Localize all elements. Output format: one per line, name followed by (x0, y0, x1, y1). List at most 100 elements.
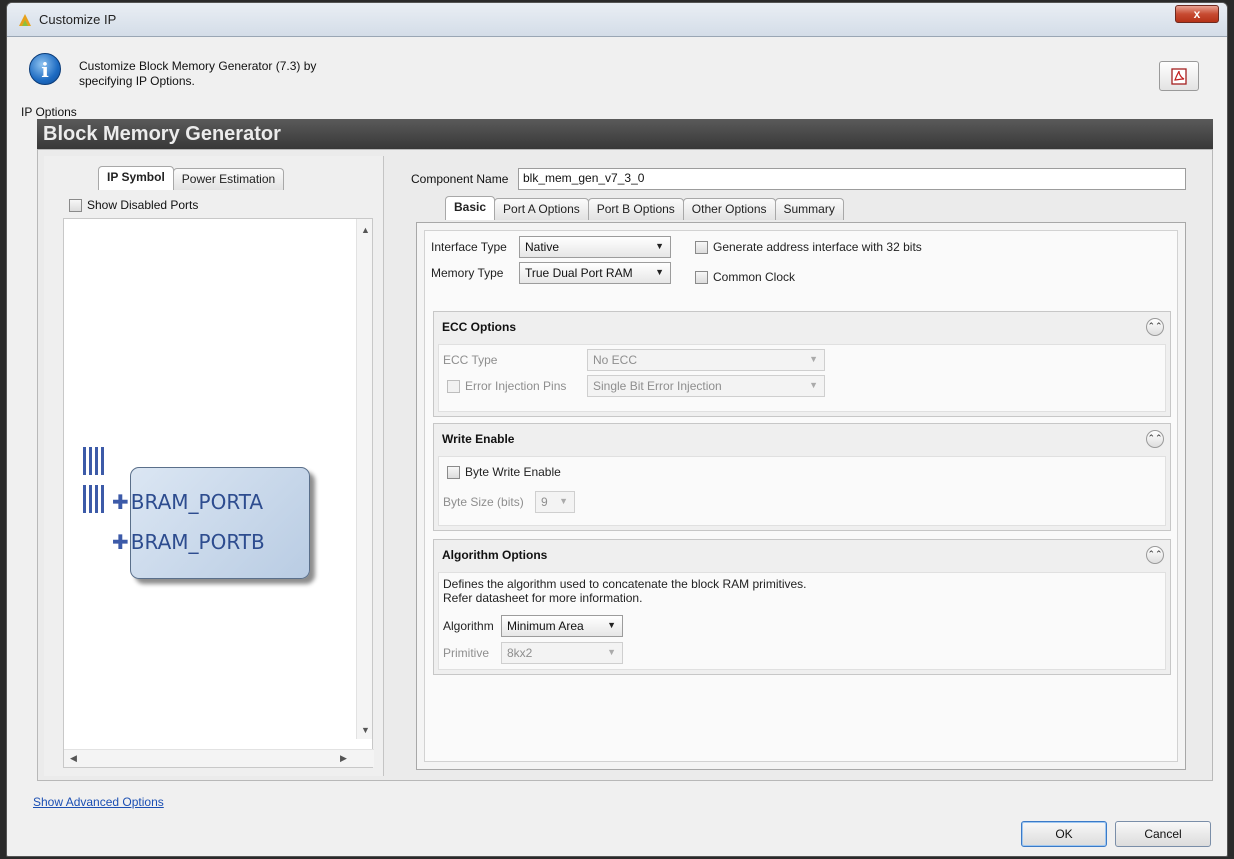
window-title: Customize IP (39, 12, 117, 27)
customize-ip-window: Customize IP x i Customize Block Memory … (6, 2, 1228, 857)
dropdown-arrow-icon: ▼ (809, 354, 818, 364)
basic-tab-content: Interface Type Native ▼ Memory Type True … (416, 222, 1186, 770)
pdf-icon (1171, 68, 1187, 85)
algorithm-select[interactable]: Minimum Area ▼ (501, 615, 623, 637)
error-injection-select[interactable]: Single Bit Error Injection ▼ (587, 375, 825, 397)
ip-options-label: IP Options (21, 105, 77, 119)
scroll-right-icon[interactable]: ▶ (340, 753, 347, 764)
horizontal-scrollbar[interactable]: ◀ ▶ (64, 749, 374, 767)
show-disabled-ports-checkbox[interactable] (69, 199, 82, 213)
primitive-value: 8kx2 (507, 646, 533, 660)
expand-plus-icon[interactable]: ✚ (112, 490, 129, 514)
expand-plus-icon[interactable]: ✚ (112, 530, 129, 554)
port-a[interactable]: ✚ BRAM_PORTA (112, 490, 263, 514)
show-disabled-ports-option[interactable]: Show Disabled Ports (69, 198, 198, 213)
interface-type-value: Native (525, 240, 560, 254)
interface-type-label: Interface Type (431, 240, 507, 254)
primitive-label: Primitive (443, 646, 490, 660)
tab-ip-symbol[interactable]: IP Symbol (98, 166, 174, 190)
error-injection-value: Single Bit Error Injection (593, 379, 722, 393)
ecc-type-label: ECC Type (443, 353, 498, 367)
memory-type-select[interactable]: True Dual Port RAM ▼ (519, 262, 671, 284)
ecc-options-section: ECC Options ⌃⌃ ECC Type No ECC ▼ Error In… (433, 311, 1171, 417)
byte-size-select[interactable]: 9 ▼ (535, 491, 575, 513)
ip-symbol-canvas: ▲ ▼ ◀ ▶ ✚ BRAM_PORTA ✚ BRAM_PORTB (63, 218, 374, 768)
error-injection-option[interactable]: Error Injection Pins (447, 379, 567, 394)
dropdown-arrow-icon: ▼ (655, 267, 664, 277)
scroll-down-icon[interactable]: ▼ (361, 725, 370, 735)
byte-write-enable-checkbox[interactable] (447, 466, 460, 480)
ecc-options-title: ECC Options (442, 320, 516, 334)
interface-type-select[interactable]: Native ▼ (519, 236, 671, 258)
vertical-scrollbar[interactable]: ▲ ▼ (356, 219, 372, 739)
collapse-algorithm-icon[interactable]: ⌃⌃ (1146, 546, 1164, 564)
ecc-options-body: ECC Type No ECC ▼ Error Injection Pins Si… (438, 344, 1166, 412)
error-injection-checkbox[interactable] (447, 380, 460, 394)
gen-addr-checkbox[interactable] (695, 241, 708, 255)
gen-addr-label: Generate address interface with 32 bits (713, 240, 922, 254)
collapse-write-enable-icon[interactable]: ⌃⌃ (1146, 430, 1164, 448)
byte-write-enable-label: Byte Write Enable (465, 465, 561, 479)
port-b[interactable]: ✚ BRAM_PORTB (112, 530, 265, 554)
primitive-select[interactable]: 8kx2 ▼ (501, 642, 623, 664)
write-enable-title: Write Enable (442, 432, 515, 446)
options-tab-strip: Basic Port A Options Port B Options Othe… (445, 196, 844, 220)
ok-button[interactable]: OK (1021, 821, 1107, 847)
tab-basic[interactable]: Basic (445, 196, 496, 220)
right-panel: Component Name blk_mem_gen_v7_3_0 Basic … (396, 156, 1208, 776)
tab-port-b-options[interactable]: Port B Options (587, 198, 684, 220)
common-clock-option[interactable]: Common Clock (695, 270, 796, 285)
dropdown-arrow-icon: ▼ (809, 380, 818, 390)
algorithm-description-1: Defines the algorithm used to concatenat… (443, 577, 807, 591)
port-a-connector (83, 447, 104, 475)
algorithm-value: Minimum Area (507, 619, 584, 633)
collapse-ecc-icon[interactable]: ⌃⌃ (1146, 318, 1164, 336)
algorithm-options-title: Algorithm Options (442, 548, 548, 562)
tab-other-options[interactable]: Other Options (682, 198, 776, 220)
show-advanced-options-link[interactable]: Show Advanced Options (33, 795, 164, 809)
component-name-input[interactable]: blk_mem_gen_v7_3_0 (518, 168, 1186, 190)
header-title: Block Memory Generator (37, 119, 1213, 149)
block-memory-symbol: ✚ BRAM_PORTA ✚ BRAM_PORTB (112, 467, 310, 579)
close-button[interactable]: x (1175, 5, 1219, 23)
common-clock-label: Common Clock (713, 270, 796, 284)
basic-tab-inner: Interface Type Native ▼ Memory Type True … (424, 230, 1178, 762)
port-a-label: BRAM_PORTA (130, 490, 264, 514)
memory-type-value: True Dual Port RAM (525, 266, 633, 280)
tab-summary[interactable]: Summary (774, 198, 844, 220)
byte-write-enable-option[interactable]: Byte Write Enable (447, 465, 561, 480)
info-description: Customize Block Memory Generator (7.3) b… (79, 59, 379, 89)
tab-power-estimation[interactable]: Power Estimation (172, 168, 285, 190)
ecc-type-select[interactable]: No ECC ▼ (587, 349, 825, 371)
content-frame: IP Symbol Power Estimation Show Disabled… (37, 149, 1213, 781)
port-b-connector (83, 485, 104, 513)
algorithm-options-body: Defines the algorithm used to concatenat… (438, 572, 1166, 670)
ecc-type-value: No ECC (593, 353, 638, 367)
write-enable-section: Write Enable ⌃⌃ Byte Write Enable Byte S… (433, 423, 1171, 531)
info-line-2: specifying IP Options. (79, 74, 195, 88)
byte-size-value: 9 (541, 495, 548, 509)
documentation-button[interactable] (1159, 61, 1199, 91)
memory-type-label: Memory Type (431, 266, 504, 280)
title-bar: Customize IP x (7, 3, 1227, 37)
left-panel: IP Symbol Power Estimation Show Disabled… (44, 156, 384, 776)
byte-size-label: Byte Size (bits) (443, 495, 524, 509)
gen-addr-option[interactable]: Generate address interface with 32 bits (695, 240, 922, 255)
algorithm-description-2: Refer datasheet for more information. (443, 591, 643, 605)
info-line-1: Customize Block Memory Generator (7.3) b… (79, 59, 317, 73)
tab-port-a-options[interactable]: Port A Options (494, 198, 589, 220)
error-injection-label: Error Injection Pins (465, 379, 567, 393)
component-name-label: Component Name (411, 172, 509, 186)
left-tab-strip: IP Symbol Power Estimation (98, 166, 285, 190)
dropdown-arrow-icon: ▼ (607, 647, 616, 657)
dropdown-arrow-icon: ▼ (559, 496, 568, 506)
algorithm-label: Algorithm (443, 619, 494, 633)
port-b-label: BRAM_PORTB (130, 530, 265, 554)
vivado-app-icon (19, 14, 31, 26)
common-clock-checkbox[interactable] (695, 271, 708, 285)
cancel-button[interactable]: Cancel (1115, 821, 1211, 847)
dropdown-arrow-icon: ▼ (655, 241, 664, 251)
algorithm-options-section: Algorithm Options ⌃⌃ Defines the algorit… (433, 539, 1171, 675)
scroll-up-icon[interactable]: ▲ (361, 225, 370, 235)
scroll-left-icon[interactable]: ◀ (70, 753, 77, 764)
